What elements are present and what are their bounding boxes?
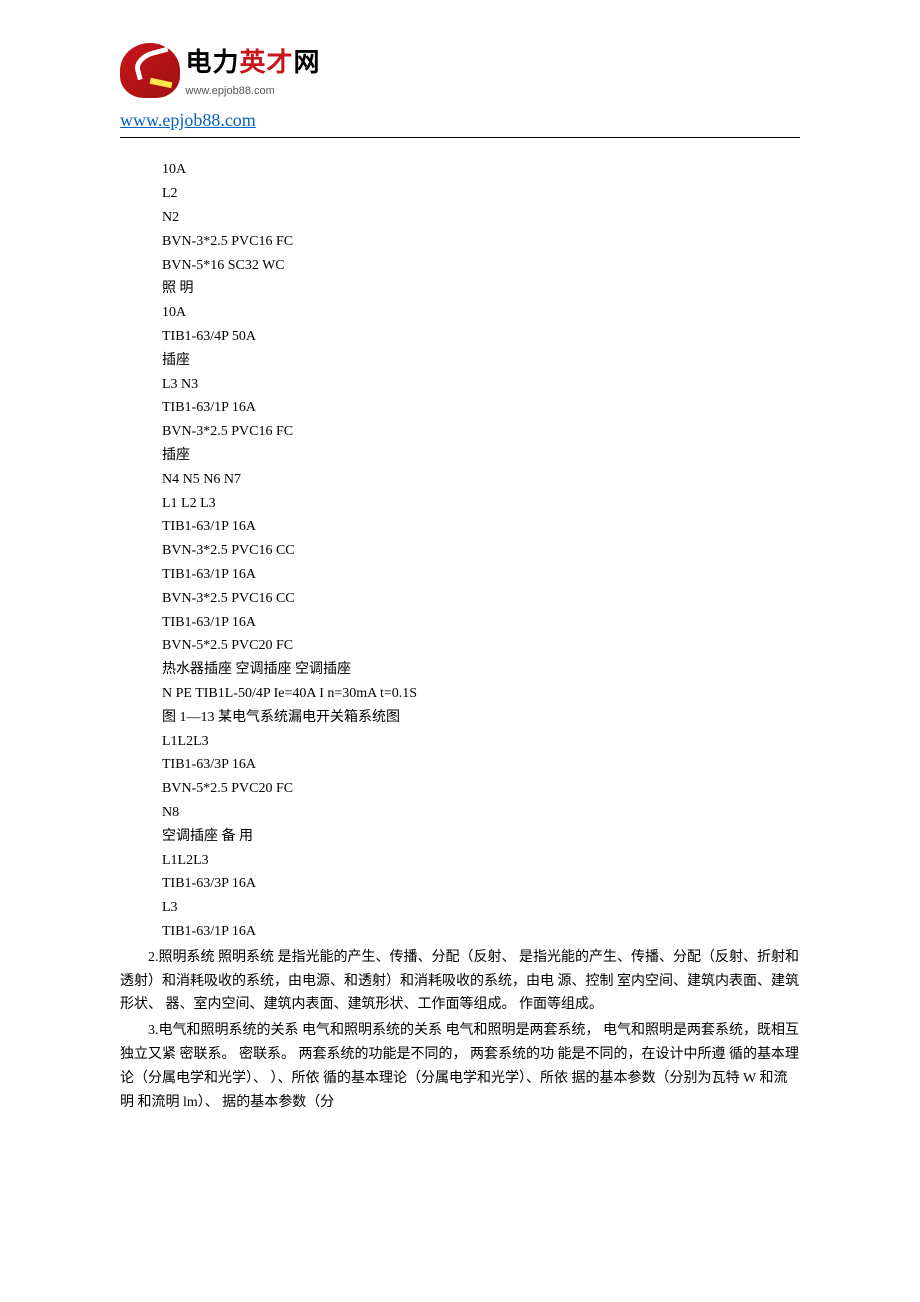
text-line: N4 N5 N6 N7	[120, 468, 800, 492]
text-line: L3	[120, 896, 800, 920]
document-body: 10A L2 N2 BVN-3*2.5 PVC16 FC BVN-5*16 SC…	[120, 158, 800, 1114]
text-line: 空调插座 备 用	[120, 825, 800, 849]
text-line: TIB1-63/1P 16A	[120, 920, 800, 944]
text-line: N2	[120, 206, 800, 230]
text-line: 热水器插座 空调插座 空调插座	[120, 658, 800, 682]
header-divider	[120, 137, 800, 138]
text-line: N8	[120, 801, 800, 825]
logo-cn-part1: 电力	[186, 47, 240, 77]
site-logo-icon	[120, 43, 180, 98]
text-line: 插座	[120, 349, 800, 373]
text-line: BVN-5*2.5 PVC20 FC	[120, 634, 800, 658]
text-line: L1 L2 L3	[120, 492, 800, 516]
text-line: 10A	[120, 158, 800, 182]
text-line: 插座	[120, 444, 800, 468]
text-line: BVN-5*16 SC32 WC	[120, 254, 800, 278]
text-line: BVN-3*2.5 PVC16 FC	[120, 420, 800, 444]
text-line: BVN-5*2.5 PVC20 FC	[120, 777, 800, 801]
paragraph: 2.照明系统 照明系统 是指光能的产生、传播、分配（反射、 是指光能的产生、传播…	[120, 946, 800, 1017]
text-line: TIB1-63/1P 16A	[120, 396, 800, 420]
site-url-link[interactable]: www.epjob88.com	[120, 105, 800, 136]
text-line: BVN-3*2.5 PVC16 CC	[120, 539, 800, 563]
text-line: BVN-3*2.5 PVC16 FC	[120, 230, 800, 254]
site-logo-text: 电力英才网 www.epjob88.com	[186, 40, 321, 101]
text-line: L3 N3	[120, 373, 800, 397]
text-line: TIB1-63/1P 16A	[120, 515, 800, 539]
text-line: 10A	[120, 301, 800, 325]
text-line: L1L2L3	[120, 849, 800, 873]
text-line: TIB1-63/3P 16A	[120, 753, 800, 777]
text-line: 图 1—13 某电气系统漏电开关箱系统图	[120, 706, 800, 730]
text-line: L2	[120, 182, 800, 206]
text-line: TIB1-63/4P 50A	[120, 325, 800, 349]
text-line: N PE TIB1L-50/4P Ie=40A I n=30mA t=0.1S	[120, 682, 800, 706]
text-line: BVN-3*2.5 PVC16 CC	[120, 587, 800, 611]
text-line: 照 明	[120, 277, 800, 301]
text-line: TIB1-63/1P 16A	[120, 563, 800, 587]
logo-url-small: www.epjob88.com	[186, 82, 321, 101]
text-line: TIB1-63/3P 16A	[120, 872, 800, 896]
text-line: TIB1-63/1P 16A	[120, 611, 800, 635]
paragraph: 3.电气和照明系统的关系 电气和照明系统的关系 电气和照明是两套系统， 电气和照…	[120, 1019, 800, 1114]
logo-cn-part2: 网	[294, 47, 321, 77]
text-line: L1L2L3	[120, 730, 800, 754]
logo-cn-highlight: 英才	[240, 47, 294, 77]
